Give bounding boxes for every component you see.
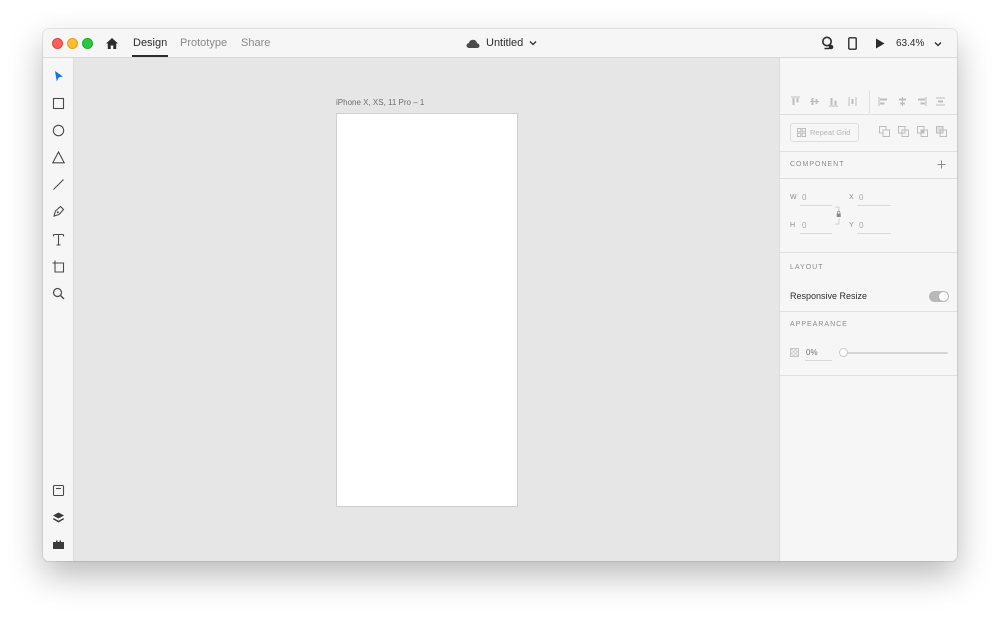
exclude-boolean-icon[interactable] — [936, 126, 947, 137]
opacity-field[interactable]: 0% — [806, 348, 818, 357]
repeat-grid-button[interactable]: Repeat Grid — [790, 123, 859, 142]
responsive-resize-label: Responsive Resize — [790, 291, 868, 301]
design-canvas[interactable]: iPhone X, XS, 11 Pro – 1 — [74, 58, 779, 561]
artboard-icon[interactable] — [52, 260, 65, 273]
align-top-icon[interactable] — [790, 96, 801, 107]
zoom-chevron-down-icon[interactable] — [934, 41, 942, 47]
width-underline — [800, 205, 832, 206]
select-icon[interactable] — [52, 70, 65, 83]
document-title: Untitled — [486, 37, 524, 49]
cloud-icon — [466, 39, 480, 48]
opacity-icon — [790, 348, 799, 357]
width-label: W — [790, 194, 797, 201]
close-window-button[interactable] — [52, 38, 63, 49]
device-preview-icon[interactable] — [848, 37, 857, 50]
width-field[interactable]: 0 — [802, 193, 806, 202]
distribute-horizontal-icon[interactable] — [935, 96, 946, 107]
appearance-section-label: APPEARANCE — [790, 321, 848, 328]
line-icon[interactable] — [52, 178, 65, 191]
subtract-boolean-icon[interactable] — [898, 126, 909, 137]
tab-design[interactable]: Design — [133, 37, 167, 49]
chevron-down-icon — [529, 41, 537, 46]
height-underline — [800, 233, 832, 234]
divider — [780, 114, 957, 115]
layers-icon[interactable] — [52, 511, 65, 524]
play-icon[interactable] — [875, 38, 885, 49]
assets-icon[interactable] — [52, 484, 65, 497]
align-middle-icon[interactable] — [809, 96, 820, 107]
y-label: Y — [849, 222, 854, 229]
home-icon[interactable] — [105, 37, 119, 50]
opacity-underline — [805, 360, 832, 361]
divider — [780, 178, 957, 179]
tab-share[interactable]: Share — [241, 37, 270, 49]
zoom-icon[interactable] — [52, 287, 65, 300]
add-boolean-icon[interactable] — [879, 126, 890, 137]
plugins-icon[interactable] — [52, 538, 65, 551]
divider — [780, 375, 957, 376]
align-center-icon[interactable] — [897, 96, 908, 107]
repeat-grid-icon — [797, 128, 806, 137]
y-field[interactable]: 0 — [859, 221, 863, 230]
document-title-menu[interactable]: Untitled — [466, 36, 537, 50]
title-bar: Design Prototype Share Untitled 63.4% — [43, 29, 957, 58]
divider — [780, 252, 957, 253]
add-component-icon[interactable] — [937, 160, 946, 169]
component-section-label: COMPONENT — [790, 161, 845, 168]
layout-section-label: LAYOUT — [790, 264, 824, 271]
height-field[interactable]: 0 — [802, 221, 806, 230]
align-right-icon[interactable] — [916, 96, 927, 107]
tab-prototype[interactable]: Prototype — [180, 37, 227, 49]
zoom-window-button[interactable] — [82, 38, 93, 49]
distribute-vertical-icon[interactable] — [847, 96, 858, 107]
artboard[interactable] — [336, 113, 518, 507]
responsive-resize-toggle[interactable] — [929, 291, 949, 302]
property-inspector: Repeat Grid COMPONENT W 0 H 0 X 0 Y 0 LA… — [779, 58, 957, 561]
xd-window: Design Prototype Share Untitled 63.4% iP… — [43, 29, 957, 561]
intersect-boolean-icon[interactable] — [917, 126, 928, 137]
zoom-level[interactable]: 63.4% — [896, 38, 924, 49]
minimize-window-button[interactable] — [67, 38, 78, 49]
opacity-slider-thumb[interactable] — [839, 348, 848, 357]
y-underline — [857, 233, 891, 234]
repeat-grid-label: Repeat Grid — [810, 128, 851, 137]
active-tab-indicator — [132, 55, 168, 57]
toggle-knob — [939, 292, 948, 301]
pen-icon[interactable] — [52, 205, 65, 218]
divider — [780, 151, 957, 152]
align-left-icon[interactable] — [878, 96, 889, 107]
x-field[interactable]: 0 — [859, 193, 863, 202]
invite-user-icon[interactable] — [821, 36, 834, 50]
x-label: X — [849, 194, 854, 201]
ellipse-icon[interactable] — [52, 124, 65, 137]
text-icon[interactable] — [52, 233, 65, 246]
divider — [780, 311, 957, 312]
height-label: H — [790, 222, 796, 229]
polygon-icon[interactable] — [52, 151, 65, 164]
artboard-title[interactable]: iPhone X, XS, 11 Pro – 1 — [336, 98, 424, 107]
align-divider — [869, 91, 870, 113]
align-bottom-icon[interactable] — [828, 96, 839, 107]
lock-aspect-icon[interactable] — [835, 203, 843, 229]
opacity-slider[interactable] — [842, 352, 948, 354]
rectangle-icon[interactable] — [52, 97, 65, 110]
x-underline — [857, 205, 891, 206]
tools-toolbar — [43, 58, 74, 561]
